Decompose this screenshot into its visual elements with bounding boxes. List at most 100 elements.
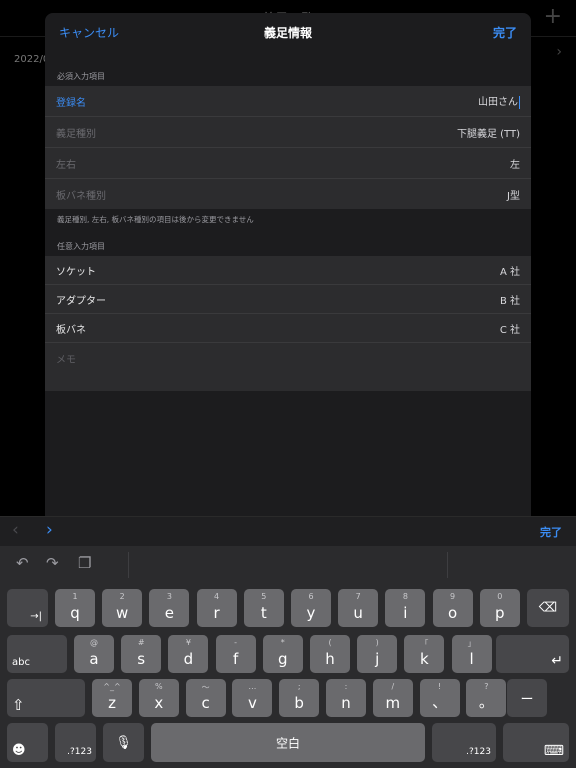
key-d[interactable]: ¥ d [168,635,209,673]
key-k[interactable]: 「k [404,635,445,673]
side-row: 左右 左 [45,148,531,179]
return-key[interactable]: ↵ [496,635,569,673]
key-alt-label: @ [90,638,98,647]
key-v[interactable]: … v [232,679,273,717]
leaf-spring-row[interactable]: 板バネ C 社 [45,314,531,343]
prosthesis-type-value: 下腿義足 (TT) [456,128,520,140]
key-e[interactable]: 3e [149,589,190,627]
paste-icon[interactable]: ❐ [78,554,91,572]
key-label: q [70,604,80,622]
memo-row[interactable]: メモ [45,343,531,391]
numbers-key-right[interactable]: .?123 [432,723,496,762]
side-label: 左右 [56,159,76,171]
key-t[interactable]: 5t [243,589,284,627]
dictation-key[interactable]: 🎙 [103,723,144,762]
key-alt-label: ? [484,682,489,691]
key-alt-label: 1 [72,592,78,601]
key-q[interactable]: 1q [55,589,95,627]
previous-field-chevron-icon[interactable]: ‹ [12,520,19,540]
accessory-done-button[interactable]: 完了 [540,524,562,540]
leaf-spring-type-row: 板バネ種別 J型 [45,179,531,209]
key-w[interactable]: 2w [102,589,143,627]
key-label: t [260,604,267,622]
key-alt-label: 5 [261,592,267,601]
add-icon[interactable]: + [544,4,562,29]
key-label: x [154,694,164,712]
key-a[interactable]: @ a [74,635,114,673]
key-label: y [306,604,316,622]
key-label: o [448,604,458,622]
dismiss-keyboard-key[interactable]: ⌨ [503,723,569,762]
key-label: c [201,694,210,712]
key-alt-label: ( [328,638,332,647]
required-footnote: 義足種別, 左右, 板バネ種別の項目は後から変更できません [57,215,254,224]
key-label: l [469,650,474,668]
socket-field[interactable]: A 社 [500,263,520,278]
key-x[interactable]: % x [138,679,179,717]
key-u[interactable]: 7u [338,589,379,627]
key-p[interactable]: 0p [479,589,520,627]
key-j[interactable]: ) j [357,635,398,673]
emoji-key[interactable]: ☻ [7,723,48,762]
leaf-spring-type-value: J型 [507,190,520,202]
adapter-field[interactable]: B 社 [500,292,520,307]
socket-row[interactable]: ソケット A 社 [45,256,531,285]
numbers-key-left[interactable]: .?123 [55,723,96,762]
key-c[interactable]: 〜 c [185,679,226,717]
key-alt-label: - [234,638,238,647]
return-icon: ↵ [551,653,563,669]
key-b[interactable]: ; b [279,679,320,717]
key-、[interactable]: !、 [419,679,460,717]
chevron-right-icon: › [556,44,562,60]
key-alt-label: 「 [420,639,429,648]
key-h[interactable]: (h [310,635,350,673]
key-alt-label: ! [437,682,442,691]
leaf-spring-field[interactable]: C 社 [500,321,520,336]
delete-icon: ⌫ [538,600,558,616]
shift-icon: ⇧ [12,696,25,714]
key-alt-label: … [248,682,257,691]
redo-icon[interactable]: ↷ [46,554,59,572]
key-alt-label: ¥ [185,638,191,647]
key-m[interactable]: / m [372,679,413,717]
shift-key[interactable]: ⇧ [7,679,85,717]
undo-icon[interactable]: ↶ [16,554,29,572]
optional-section-header: 任意入力項目 [57,242,105,251]
leaf-spring-label: 板バネ [56,324,86,336]
key-o[interactable]: 9o [432,589,473,627]
adapter-row[interactable]: アダプター B 社 [45,285,531,314]
key-alt-label: 8 [402,592,408,601]
dash-key[interactable]: ー [507,679,547,717]
next-field-chevron-icon[interactable]: › [46,520,53,540]
done-button[interactable]: 完了 [493,24,517,41]
required-fields-group: 登録名 山田さん 義足種別 下腿義足 (TT) 左右 左 板バネ種別 J型 [45,86,531,209]
key-r[interactable]: 4r [196,589,237,627]
key-y[interactable]: 6y [291,589,331,627]
key-。[interactable]: ?。 [466,679,507,717]
navigation-bar: キャンセル 義足情報 完了 [45,13,531,51]
key-alt-label: # [137,638,145,647]
memo-field[interactable]: メモ [56,351,76,366]
key-label: j [375,650,380,668]
key-label: a [89,650,99,668]
key-z[interactable]: ^_^ z [92,679,132,717]
delete-key[interactable]: ⌫ [527,589,569,627]
emoji-icon: ☻ [12,743,26,758]
key-label: h [325,650,335,668]
key-g[interactable]: * g [262,635,303,673]
key-alt-label: 4 [214,592,220,601]
key-alt-label: ; [297,682,301,691]
abc-key[interactable]: abc [7,635,67,673]
registration-name-row[interactable]: 登録名 山田さん [45,86,531,117]
key-f[interactable]: -f [215,635,256,673]
space-key[interactable]: 空白 [151,723,425,762]
key-l[interactable]: 」 l [451,635,492,673]
socket-label: ソケット [56,266,96,278]
key-label: w [116,604,129,622]
key-n[interactable]: :n [326,679,366,717]
key-label: b [294,694,304,712]
tab-key[interactable]: →| [7,589,48,627]
key-i[interactable]: 8i [385,589,426,627]
key-s[interactable]: # s [121,635,162,673]
registration-name-field[interactable]: 山田さん [478,97,518,108]
